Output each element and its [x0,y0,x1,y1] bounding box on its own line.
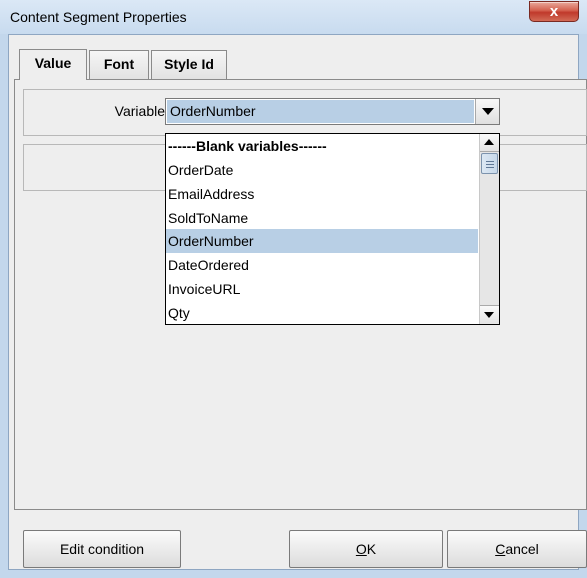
arrow-down-icon [484,312,494,318]
cancel-label: ancel [505,541,539,557]
scroll-down-button[interactable] [480,305,499,323]
ok-label: K [366,541,377,557]
list-item[interactable]: SoldToName [166,206,478,230]
variable-label: Variable [114,103,165,119]
list-item[interactable]: Qty [166,301,478,325]
window-title: Content Segment Properties [10,9,187,25]
list-item[interactable]: ------Blank variables------ [166,134,478,158]
ok-button[interactable]: OK [289,530,443,568]
arrow-up-icon [484,139,494,145]
close-button[interactable]: x [529,1,579,22]
list-item[interactable]: DateOrdered [166,253,478,277]
cancel-button[interactable]: Cancel [447,530,587,568]
list-item[interactable]: OrderDate [166,158,478,182]
scroll-up-button[interactable] [480,134,499,152]
list-item[interactable]: EmailAddress [166,182,478,206]
chevron-down-icon [482,108,494,115]
combobox-dropdown-button[interactable] [475,99,499,124]
cancel-mnemonic: C [495,541,506,557]
ok-mnemonic: O [355,541,367,557]
edit-condition-button[interactable]: Edit condition [23,530,181,568]
list-item-selected[interactable]: OrderNumber [166,229,478,253]
tab-value[interactable]: Value [19,49,87,80]
close-icon: x [549,3,559,20]
list-item[interactable]: InvoiceURL [166,277,478,301]
variable-selected-value[interactable]: OrderNumber [167,100,474,123]
tab-font[interactable]: Font [89,50,149,79]
tab-style-id[interactable]: Style Id [151,50,227,79]
scroll-thumb[interactable] [481,153,498,174]
